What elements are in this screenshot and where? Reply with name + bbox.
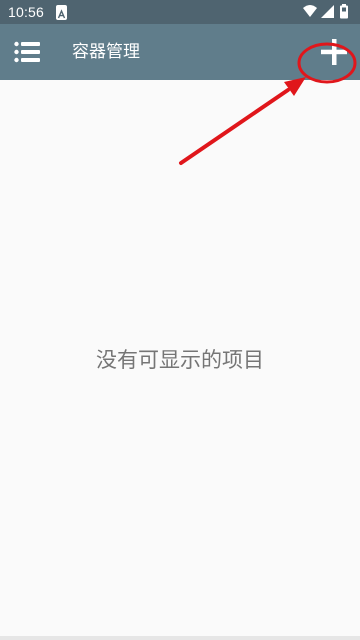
annotation-overlay xyxy=(179,42,357,165)
app-screen: 10:56 容器管理 没有可显示的项目 xyxy=(0,0,360,640)
wifi-icon xyxy=(303,5,317,17)
add-button[interactable] xyxy=(312,30,356,74)
list-menu-icon xyxy=(14,41,40,63)
annotation-arrow-line xyxy=(179,88,290,165)
plus-icon xyxy=(321,39,347,65)
status-bar: 10:56 xyxy=(0,0,360,24)
status-time: 10:56 xyxy=(8,4,45,20)
empty-state-message: 没有可显示的项目 xyxy=(96,348,264,372)
bottom-edge xyxy=(0,636,360,640)
menu-button[interactable] xyxy=(14,40,40,64)
page-title: 容器管理 xyxy=(72,42,140,62)
battery-icon xyxy=(340,4,348,19)
notification-a-icon xyxy=(56,5,67,20)
signal-icon xyxy=(321,5,334,18)
status-icons xyxy=(302,4,354,20)
app-bar: 容器管理 xyxy=(0,24,360,80)
